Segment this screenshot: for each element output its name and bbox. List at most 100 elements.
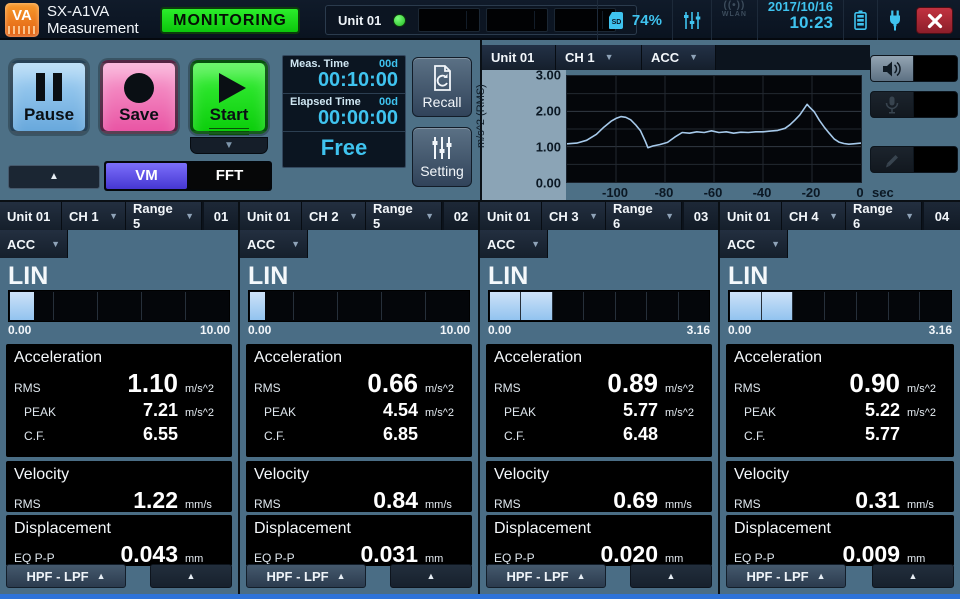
channel-quantity-dropdown[interactable]: ACC ▼ — [720, 230, 788, 258]
channel-range-dropdown[interactable]: Range 5 ▼ — [366, 202, 442, 230]
eq-pp-label: EQ P-P — [734, 551, 796, 565]
channel-select-dropdown[interactable]: CH 3 ▼ — [542, 202, 606, 230]
hpf-lpf-button[interactable]: HPF - LPF ▲ — [246, 564, 366, 588]
hpf-lpf-button[interactable]: HPF - LPF ▲ — [6, 564, 126, 588]
meter-segment-divider — [520, 292, 521, 320]
start-button[interactable]: Start — [190, 60, 268, 134]
meter-scale: 0.00 10.00 — [8, 322, 230, 339]
meter-scale-min: 0.00 — [728, 322, 751, 339]
channel-unit-cell[interactable]: Unit 01 — [240, 202, 302, 230]
meter-segment-divider — [97, 292, 98, 320]
expand-panel-button[interactable]: ▲ — [872, 564, 954, 588]
meter-scale-min: 0.00 — [248, 322, 271, 339]
expand-panel-button[interactable]: ▲ — [150, 564, 232, 588]
displacement-box: Displacement EQ P-P 0.031 mm — [246, 515, 472, 566]
speaker-button[interactable] — [871, 56, 913, 81]
crest-factor-value: 6.85 — [316, 422, 418, 446]
meter-scale: 0.00 3.16 — [488, 322, 710, 339]
channel-unit-cell[interactable]: Unit 01 — [480, 202, 542, 230]
peak-label: PEAK — [734, 405, 796, 419]
channel-select-dropdown[interactable]: CH 1 ▼ — [62, 202, 126, 230]
setting-sliders-icon — [431, 136, 453, 160]
rms-label: RMS — [494, 497, 556, 511]
channel-panels: Unit 01 CH 1 ▼ Range 5 ▼ 01 ACC ▼ LIN 0.… — [0, 200, 960, 594]
acceleration-rms-value: 0.66 — [316, 368, 418, 398]
acceleration-unit: m/s^2 — [900, 407, 946, 419]
unit-status-label: Unit 01 — [326, 13, 393, 28]
channel-select-dropdown[interactable]: CH 4 ▼ — [782, 202, 846, 230]
acceleration-title: Acceleration — [14, 347, 224, 368]
channel-range-label: Range 5 — [373, 201, 417, 231]
channel-subheader: ACC ▼ — [480, 230, 718, 258]
expand-panel-button[interactable]: ▲ — [390, 564, 472, 588]
microphone-button[interactable] — [871, 92, 913, 117]
chevron-down-icon: ▼ — [291, 239, 300, 249]
start-options-drawer[interactable]: ▼ — [190, 137, 268, 154]
channel-unit-cell[interactable]: Unit 01 — [720, 202, 782, 230]
wlan-status: ((•)) WLAN — [711, 0, 757, 40]
logo-waveform-icon — [8, 26, 36, 34]
chart-channel-label: CH 1 — [565, 45, 595, 70]
unit-status-display-segment — [418, 8, 480, 32]
acceleration-peak-value: 5.77 — [556, 398, 658, 422]
hpf-lpf-button[interactable]: HPF - LPF ▲ — [726, 564, 846, 588]
velocity-rms-value: 0.84 — [316, 485, 418, 515]
channel-quantity-dropdown[interactable]: ACC ▼ — [240, 230, 308, 258]
close-button[interactable] — [916, 7, 953, 34]
channel-unit-label: Unit 01 — [7, 209, 50, 224]
collapse-panel-button[interactable]: ▲ — [8, 165, 100, 189]
channel-range-label: Range 6 — [613, 201, 657, 231]
app-logo-icon: VA — [5, 3, 39, 37]
x-tick-label: -20 — [802, 185, 821, 200]
meter-segment-divider — [888, 292, 889, 320]
hpf-lpf-button[interactable]: HPF - LPF ▲ — [486, 564, 606, 588]
setting-button[interactable]: Setting — [412, 127, 472, 187]
meter-segment-divider — [761, 292, 762, 320]
rms-label: RMS — [494, 381, 556, 395]
recall-button[interactable]: Recall — [412, 57, 472, 117]
speaker-level-display — [913, 56, 957, 81]
chevron-down-icon: ▼ — [605, 45, 614, 70]
acceleration-box: Acceleration RMS 1.10 m/s^2 PEAK 7.21 m/… — [6, 344, 232, 457]
expand-panel-button[interactable]: ▲ — [630, 564, 712, 588]
velocity-box: Velocity RMS 0.84 mm/s — [246, 461, 472, 512]
chart-type-dropdown[interactable]: ACC ▼ — [642, 45, 716, 70]
meas-time-value: 00:10:00 — [290, 70, 398, 90]
meter-segment-divider — [141, 292, 142, 320]
hpf-lpf-label: HPF - LPF — [26, 569, 88, 584]
crest-factor-label: C.F. — [254, 429, 316, 443]
tab-vm[interactable]: VM — [106, 163, 187, 189]
logo-text: VA — [12, 7, 32, 24]
pause-button[interactable]: Pause — [10, 60, 88, 134]
meter-segment-divider — [425, 292, 426, 320]
mixer-status — [672, 0, 711, 40]
pen-button[interactable] — [871, 147, 913, 172]
y-tick-label: 1.00 — [536, 140, 561, 155]
crest-factor-value: 5.77 — [796, 422, 900, 446]
meter-scale-max: 3.16 — [929, 322, 952, 339]
channel-select-dropdown[interactable]: CH 2 ▼ — [302, 202, 366, 230]
meter-scale-max: 10.00 — [440, 322, 470, 339]
trigger-mode-label: Free — [283, 132, 405, 164]
save-button[interactable]: Save — [100, 60, 178, 134]
channel-quantity-dropdown[interactable]: ACC ▼ — [480, 230, 548, 258]
channel-range-dropdown[interactable]: Range 5 ▼ — [126, 202, 202, 230]
channel-range-dropdown[interactable]: Range 6 ▼ — [846, 202, 922, 230]
chart-channel-dropdown[interactable]: CH 1 ▼ — [556, 45, 642, 70]
start-label: Start — [210, 105, 249, 125]
peak-label: PEAK — [494, 405, 556, 419]
chevron-up-icon: ▲ — [817, 571, 826, 581]
acceleration-unit: m/s^2 — [418, 407, 464, 419]
velocity-title: Velocity — [734, 464, 946, 485]
chart-plot-area — [566, 75, 862, 183]
acceleration-unit: m/s^2 — [178, 383, 224, 395]
channel-range-dropdown[interactable]: Range 6 ▼ — [606, 202, 682, 230]
velocity-box: Velocity RMS 0.69 mm/s — [486, 461, 712, 512]
displacement-title: Displacement — [14, 518, 224, 539]
meter-segment-divider — [646, 292, 647, 320]
chart-unit-cell[interactable]: Unit 01 — [482, 45, 556, 70]
channel-quantity-dropdown[interactable]: ACC ▼ — [0, 230, 68, 258]
channel-unit-cell[interactable]: Unit 01 — [0, 202, 62, 230]
chart-header: Unit 01 CH 1 ▼ ACC ▼ — [482, 45, 870, 70]
tab-fft[interactable]: FFT — [189, 163, 270, 189]
